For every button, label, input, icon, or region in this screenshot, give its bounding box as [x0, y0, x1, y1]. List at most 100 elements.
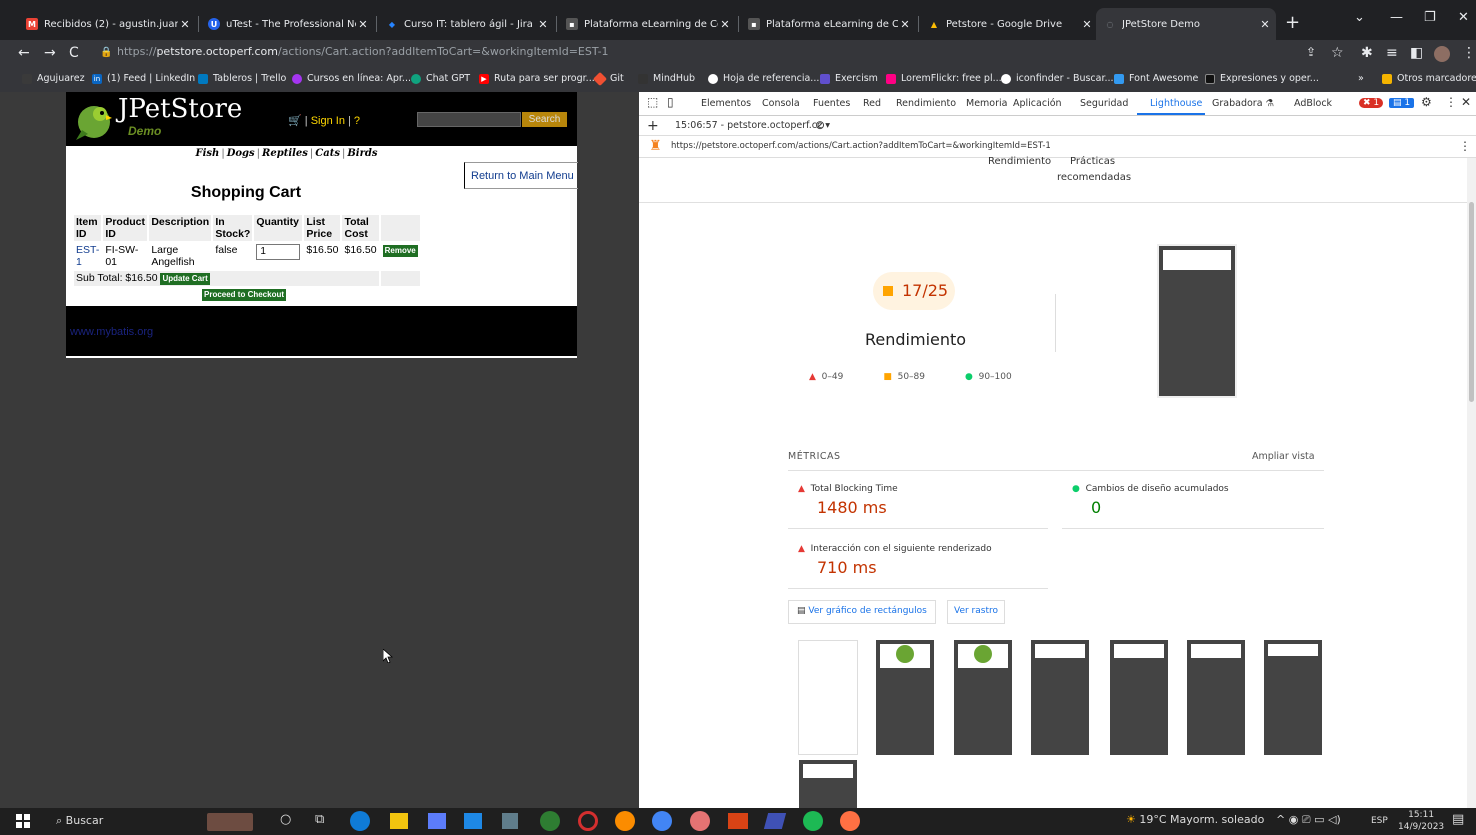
clear-reports-icon[interactable]: ⊘: [815, 118, 825, 132]
address-bar[interactable]: https://petstore.octoperf.com/actions/Ca…: [117, 45, 609, 58]
expand-view-toggle[interactable]: Ampliar vista: [1252, 451, 1315, 462]
spotify-icon[interactable]: [803, 811, 823, 831]
star-icon[interactable]: ☆: [1331, 45, 1344, 61]
bookmark-fontawesome[interactable]: Font Awesome: [1114, 73, 1198, 84]
filmstrip-frame[interactable]: [798, 640, 858, 755]
windows-start-icon[interactable]: [16, 814, 30, 828]
bookmark-mindhub[interactable]: MindHub: [638, 73, 695, 84]
new-tab-button[interactable]: +: [1285, 12, 1300, 33]
tab-adblock[interactable]: AdBlock: [1294, 98, 1332, 109]
language-indicator[interactable]: ESP: [1371, 816, 1388, 826]
cart-icon[interactable]: 🛒: [288, 115, 302, 127]
category-cats[interactable]: Cats: [315, 148, 340, 159]
category-fish[interactable]: Fish: [196, 148, 220, 159]
extensions-icon[interactable]: ✱: [1361, 45, 1373, 61]
category-dogs[interactable]: Dogs: [227, 148, 255, 159]
tab-utest[interactable]: U uTest - The Professional Networ ✕: [200, 8, 374, 40]
forward-icon[interactable]: →: [44, 45, 56, 61]
bookmark-iconfinder[interactable]: iconfinder - Buscar...: [1001, 73, 1114, 84]
menu-icon[interactable]: ⋮: [1462, 45, 1476, 61]
bookmark-chatgpt[interactable]: Chat GPT: [411, 73, 470, 84]
share-icon[interactable]: ⇪: [1306, 45, 1316, 59]
tab-rendimiento[interactable]: Rendimiento: [896, 98, 956, 109]
filmstrip-frame[interactable]: [954, 640, 1012, 755]
report-selector[interactable]: 15:06:57 - petstore.octoperf.cc ▾: [675, 120, 830, 131]
inspect-icon[interactable]: ⬚: [647, 95, 658, 109]
app-icon[interactable]: [728, 813, 748, 829]
quantity-input[interactable]: 1: [256, 244, 301, 260]
bookmark-udemy[interactable]: Cursos en línea: Apr...: [292, 73, 411, 84]
firefox-icon[interactable]: [615, 811, 635, 831]
device-toolbar-icon[interactable]: ▯: [667, 95, 674, 109]
close-window-button[interactable]: ✕: [1458, 10, 1469, 25]
close-icon[interactable]: ✕: [1258, 18, 1272, 31]
tab-coderhouse-2[interactable]: ▪ Plataforma eLearning de Coderh ✕: [740, 8, 916, 40]
opera-icon[interactable]: [578, 811, 598, 831]
tab-memoria[interactable]: Memoria: [966, 98, 1007, 109]
bookmark-mdn[interactable]: Expresiones y oper...: [1205, 73, 1319, 84]
category-birds[interactable]: Birds: [347, 148, 377, 159]
bookmark-youtube[interactable]: ▶ Ruta para ser progr...: [479, 73, 595, 84]
scrollbar-thumb[interactable]: [1469, 202, 1474, 402]
bookmark-cheatsheet[interactable]: Hoja de referencia...: [708, 73, 819, 84]
taskbar-search[interactable]: ⌕ Buscar: [56, 814, 103, 828]
filmstrip-frame[interactable]: [876, 640, 934, 755]
close-icon[interactable]: ✕: [898, 18, 912, 31]
tab-fuentes[interactable]: Fuentes: [813, 98, 850, 109]
settings-gear-icon[interactable]: ⚙: [1421, 95, 1432, 109]
tab-drive[interactable]: ▲ Petstore - Google Drive ✕: [920, 8, 1098, 40]
filmstrip-frame[interactable]: [1031, 640, 1089, 755]
bookmark-agujuarez[interactable]: Agujuarez: [22, 73, 85, 84]
side-panel-icon[interactable]: ◧: [1410, 45, 1423, 61]
proceed-checkout-button[interactable]: Proceed to Checkout: [202, 289, 287, 301]
tab-gmail[interactable]: M Recibidos (2) - agustin.juarez84 ✕: [18, 8, 196, 40]
bookmark-loremflickr[interactable]: LoremFlickr: free pl...: [886, 73, 1002, 84]
message-count-badge[interactable]: ▤ 1: [1389, 98, 1415, 108]
signin-link[interactable]: Sign In: [311, 115, 345, 127]
filmstrip-frame[interactable]: [1264, 640, 1322, 755]
report-menu-icon[interactable]: ⋮: [1459, 139, 1471, 153]
close-icon[interactable]: ✕: [356, 18, 370, 31]
close-icon[interactable]: ✕: [1080, 18, 1094, 31]
return-main-menu-link[interactable]: Return to Main Menu: [464, 162, 578, 189]
bookmark-linkedin[interactable]: in (1) Feed | LinkedIn: [92, 73, 195, 84]
filmstrip-frame[interactable]: [1110, 640, 1168, 755]
tab-lighthouse[interactable]: Lighthouse: [1150, 98, 1202, 109]
close-devtools-icon[interactable]: ✕: [1461, 95, 1471, 109]
tab-consola[interactable]: Consola: [762, 98, 800, 109]
error-count-badge[interactable]: ✖ 1: [1359, 98, 1384, 108]
tab-elementos[interactable]: Elementos: [701, 98, 751, 109]
bookmark-exercism[interactable]: Exercism: [820, 73, 878, 84]
task-view-icon[interactable]: ⧉: [315, 812, 324, 827]
tray-icons[interactable]: ^ ◉ ⎚ ▭ ◁): [1276, 813, 1341, 827]
weather-widget[interactable]: ☀ 19°C Mayorm. soleado: [1126, 813, 1264, 826]
add-report-icon[interactable]: +: [647, 118, 659, 134]
editor-icon[interactable]: [763, 813, 787, 829]
minimize-button[interactable]: —: [1390, 10, 1403, 25]
browser-icon[interactable]: [840, 811, 860, 831]
reload-icon[interactable]: C: [69, 45, 79, 61]
reading-list-icon[interactable]: ≡: [1386, 45, 1398, 61]
tab-red[interactable]: Red: [863, 98, 881, 109]
tab-aplicacion[interactable]: Aplicación: [1013, 98, 1062, 109]
treemap-button[interactable]: ▤ Ver gráfico de rectángulos: [788, 600, 936, 624]
mail-icon[interactable]: [464, 813, 482, 829]
final-screenshot[interactable]: [1157, 244, 1237, 398]
notifications-icon[interactable]: ▤: [1452, 812, 1464, 827]
close-icon[interactable]: ✕: [536, 18, 550, 31]
filmstrip-frame[interactable]: [799, 760, 857, 810]
back-icon[interactable]: ←: [18, 45, 30, 61]
calculator-icon[interactable]: [502, 813, 518, 829]
cortana-icon[interactable]: ○: [280, 812, 291, 827]
tab-grabadora[interactable]: Grabadora ⚗: [1212, 98, 1274, 109]
close-icon[interactable]: ✕: [718, 18, 732, 31]
close-icon[interactable]: ✕: [178, 18, 192, 31]
category-reptiles[interactable]: Reptiles: [262, 148, 308, 159]
filmstrip-frame[interactable]: [1187, 640, 1245, 755]
clock[interactable]: 15:11 14/9/2023: [1398, 809, 1444, 833]
chrome-profile-icon[interactable]: [690, 811, 710, 831]
tab-search-icon[interactable]: ⌄: [1354, 10, 1365, 25]
chrome-icon[interactable]: [652, 811, 672, 831]
tab-seguridad[interactable]: Seguridad: [1080, 98, 1128, 109]
update-cart-button[interactable]: Update Cart: [160, 273, 210, 285]
